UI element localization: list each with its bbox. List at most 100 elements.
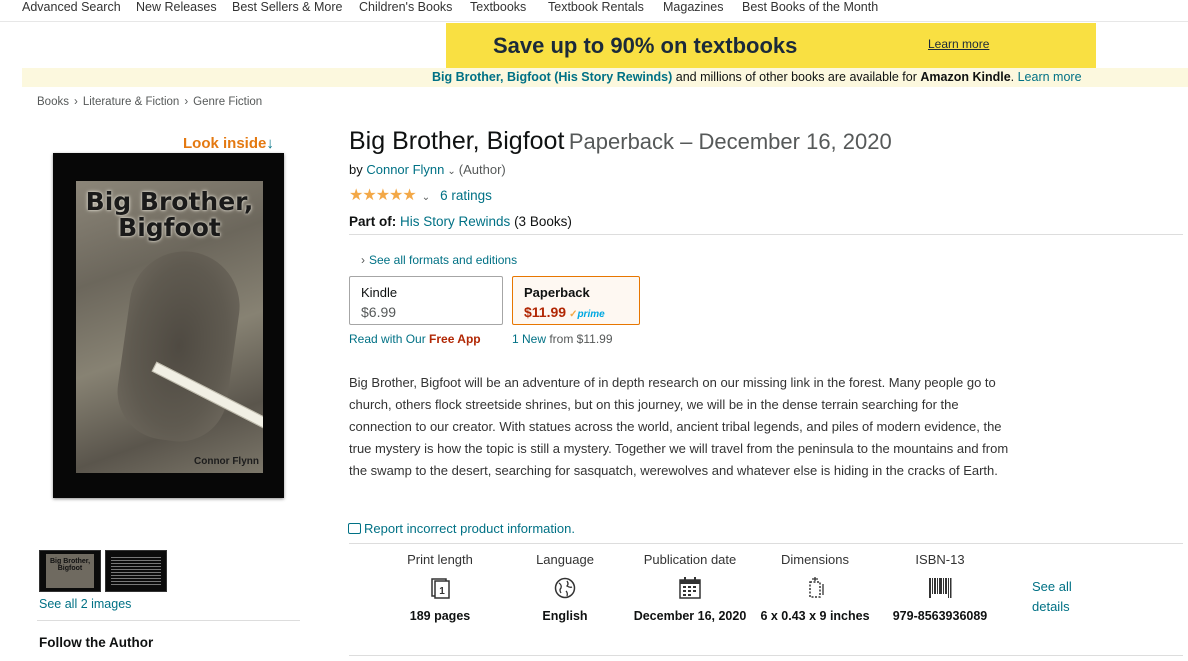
breadcrumb-books[interactable]: Books bbox=[37, 96, 69, 108]
globe-icon bbox=[553, 577, 577, 599]
detail-label: Publication date bbox=[643, 552, 737, 567]
textbook-promo-banner[interactable]: Save up to 90% on textbooks Learn more bbox=[446, 23, 1096, 68]
format-paperback-price-row: $11.99 ✓prime bbox=[524, 304, 605, 320]
title-divider bbox=[349, 234, 1183, 235]
see-all-formats[interactable]: › See all formats and editions bbox=[361, 253, 517, 267]
product-format-date: Paperback – December 16, 2020 bbox=[568, 129, 892, 154]
paperback-new-link[interactable]: 1 New bbox=[512, 332, 546, 346]
barcode-icon bbox=[928, 577, 952, 599]
nav-textbooks[interactable]: Textbooks bbox=[470, 0, 526, 14]
detail-value: December 16, 2020 bbox=[633, 609, 747, 623]
series-link[interactable]: His Story Rewinds bbox=[400, 214, 510, 229]
nav-textbook-rentals[interactable]: Textbook Rentals bbox=[548, 0, 644, 14]
footprint-shape bbox=[111, 244, 247, 448]
product-title-text: Big Brother, Bigfoot bbox=[349, 127, 565, 155]
thumbnail-cover-photo: Big Brother, Bigfoot bbox=[46, 554, 94, 588]
nav-new-releases[interactable]: New Releases bbox=[136, 0, 217, 14]
kindle-learn-more-link[interactable]: Learn more bbox=[1018, 70, 1082, 84]
series-info: Part of: His Story Rewinds (3 Books) bbox=[349, 214, 572, 229]
detail-label: Language bbox=[536, 552, 594, 567]
detail-label: Dimensions bbox=[781, 552, 849, 567]
kindle-book-link[interactable]: Big Brother, Bigfoot (His Story Rewinds) bbox=[432, 70, 672, 84]
left-column-divider bbox=[37, 620, 300, 621]
dimensions-icon bbox=[803, 577, 827, 599]
cover-title-line2: Bigfoot bbox=[118, 213, 221, 242]
speech-bubble-icon bbox=[348, 523, 361, 534]
promo-text: Save up to 90% on textbooks bbox=[493, 33, 798, 58]
book-pages-icon: 1 bbox=[428, 577, 452, 599]
kindle-free-app-note[interactable]: Read with Our Free App bbox=[349, 332, 481, 346]
look-inside-label: Look inside bbox=[183, 135, 267, 152]
detail-publication-date: Publication date December 16, 2020 bbox=[630, 552, 750, 626]
breadcrumb-literature-fiction[interactable]: Literature & Fiction bbox=[83, 96, 180, 108]
prime-badge-icon: ✓prime bbox=[569, 309, 605, 320]
thumbnail-back-cover[interactable] bbox=[105, 550, 167, 592]
formats-chevron-icon: › bbox=[361, 253, 365, 267]
kindle-bar-after: . bbox=[1010, 70, 1018, 84]
detail-language: Language English bbox=[505, 552, 625, 626]
format-paperback-name: Paperback bbox=[524, 285, 590, 300]
detail-value: 6 x 0.43 x 9 inches bbox=[760, 609, 870, 623]
detail-label: ISBN-13 bbox=[915, 552, 965, 567]
top-nav: Advanced Search New Releases Best Seller… bbox=[0, 0, 1188, 20]
kindle-free-app-link[interactable]: Free App bbox=[429, 332, 481, 346]
paperback-offers-note: 1 New from $11.99 bbox=[512, 332, 613, 346]
author-role: (Author) bbox=[458, 162, 506, 177]
details-top-divider bbox=[349, 543, 1183, 544]
star-rating-icon[interactable]: ★★★★★ bbox=[349, 187, 417, 204]
calendar-icon bbox=[678, 577, 702, 599]
format-kindle-name: Kindle bbox=[361, 285, 398, 300]
format-kindle-button[interactable]: Kindle $6.99 bbox=[349, 276, 503, 325]
kindle-bar-kindle: Amazon Kindle bbox=[920, 70, 1011, 84]
format-kindle-price: $6.99 bbox=[361, 304, 397, 320]
detail-dimensions: Dimensions 6 x 0.43 x 9 inches bbox=[755, 552, 875, 626]
format-paperback-price: $11.99 bbox=[524, 304, 567, 320]
breadcrumb-separator: › bbox=[184, 96, 189, 108]
look-inside-arrow-icon: ↓ bbox=[266, 135, 274, 152]
thumbnail-cover-title: Big Brother, Bigfoot bbox=[49, 558, 91, 572]
report-incorrect-info-link[interactable]: Report incorrect product information. bbox=[348, 521, 575, 536]
nav-magazines[interactable]: Magazines bbox=[663, 0, 723, 14]
breadcrumb: Books › Literature & Fiction › Genre Fiction bbox=[37, 96, 262, 108]
author-link[interactable]: Connor Flynn bbox=[366, 162, 444, 177]
promo-learn-more-link[interactable]: Learn more bbox=[928, 37, 989, 51]
see-all-images-link[interactable]: See all 2 images bbox=[39, 597, 131, 611]
detail-value: 979-8563936089 bbox=[892, 609, 988, 623]
byline-by: by bbox=[349, 162, 367, 177]
book-description: Big Brother, Bigfoot will be an adventur… bbox=[349, 375, 1009, 478]
detail-value: 189 pages bbox=[409, 609, 471, 623]
rating-chevron-down-icon[interactable]: ⌄ bbox=[422, 192, 430, 203]
prime-label: prime bbox=[577, 309, 605, 320]
see-all-details-link[interactable]: See all details bbox=[1032, 577, 1082, 617]
nav-advanced-search[interactable]: Advanced Search bbox=[22, 0, 121, 14]
detail-value: English bbox=[542, 609, 588, 623]
cover-title: Big Brother, Bigfoot bbox=[76, 189, 263, 241]
byline: by Connor Flynn ⌄ (Author) bbox=[349, 162, 506, 177]
follow-the-author-heading: Follow the Author bbox=[39, 635, 154, 650]
look-inside-button[interactable]: Look inside↓ bbox=[183, 135, 274, 152]
rating-row: ★★★★★ ⌄ 6 ratings bbox=[349, 185, 492, 205]
cover-title-line1: Big Brother, bbox=[85, 187, 254, 216]
part-of-label: Part of: bbox=[349, 214, 397, 229]
detail-label: Print length bbox=[407, 552, 473, 567]
detail-print-length: Print length 1 189 pages bbox=[380, 552, 500, 626]
book-cover-image[interactable]: Big Brother, Bigfoot Connor Flynn bbox=[53, 153, 284, 498]
breadcrumb-separator: › bbox=[73, 96, 78, 108]
cover-photo: Big Brother, Bigfoot Connor Flynn bbox=[76, 181, 263, 473]
ratings-count-link[interactable]: 6 ratings bbox=[440, 188, 492, 203]
format-paperback-button[interactable]: Paperback $11.99 ✓prime bbox=[512, 276, 640, 325]
kindle-bar-text: and millions of other books are availabl… bbox=[672, 70, 921, 84]
cover-author: Connor Flynn bbox=[194, 456, 259, 467]
nav-best-books-month[interactable]: Best Books of the Month bbox=[742, 0, 878, 14]
breadcrumb-genre-fiction[interactable]: Genre Fiction bbox=[193, 96, 262, 108]
report-label: Report incorrect product information. bbox=[364, 521, 575, 536]
paperback-from-price: from $11.99 bbox=[546, 332, 613, 346]
nav-best-sellers[interactable]: Best Sellers & More bbox=[232, 0, 342, 14]
nav-childrens-books[interactable]: Children's Books bbox=[359, 0, 452, 14]
nav-divider bbox=[0, 21, 1188, 22]
author-chevron-down-icon[interactable]: ⌄ bbox=[447, 166, 455, 177]
thumbnail-cover[interactable]: Big Brother, Bigfoot bbox=[39, 550, 101, 592]
svg-text:1: 1 bbox=[439, 586, 445, 597]
see-all-formats-link[interactable]: See all formats and editions bbox=[369, 253, 517, 267]
details-bottom-divider bbox=[349, 655, 1183, 656]
